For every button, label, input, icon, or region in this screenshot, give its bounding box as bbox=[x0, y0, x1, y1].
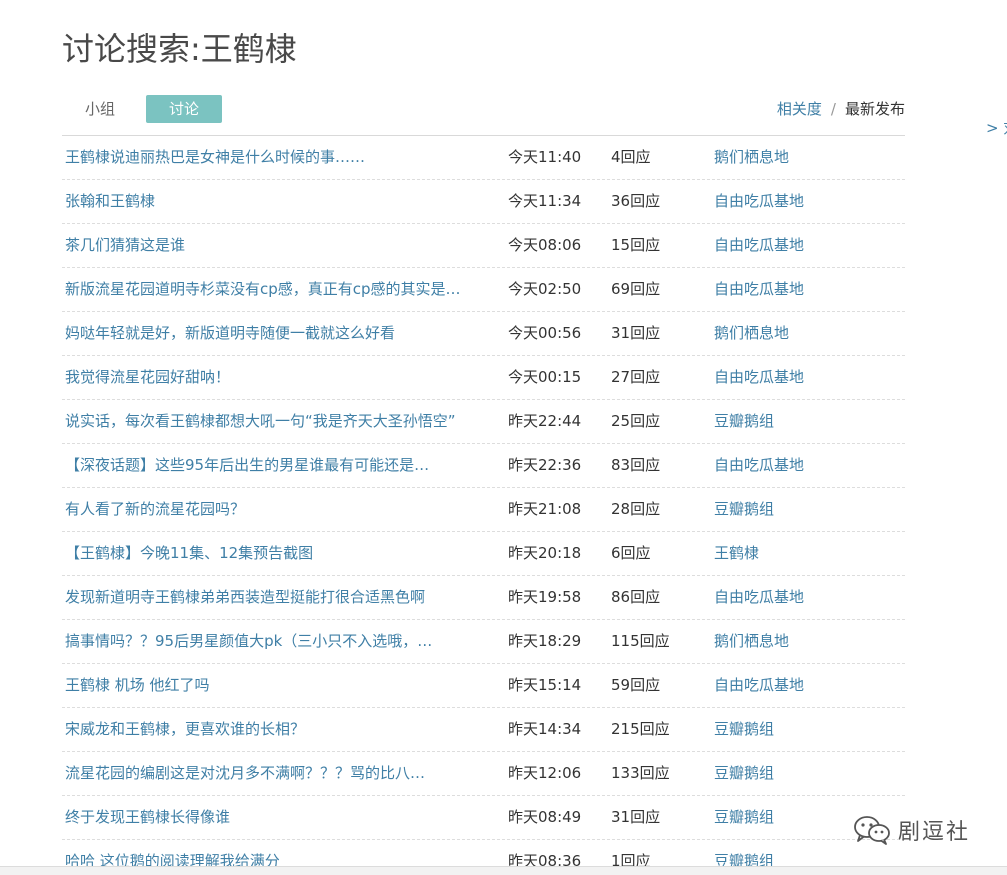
side-link[interactable]: > 刘 bbox=[986, 117, 1007, 138]
topic-reply-count: 4回应 bbox=[611, 148, 651, 166]
topic-time: 昨天18:29 bbox=[508, 632, 582, 650]
topic-row: 【深夜话题】这些95年后出生的男星谁最有可能还是… 昨天22:36 83回应 自由吃瓜… bbox=[62, 444, 905, 488]
topic-row: 新版流星花园道明寺杉菜没有cp感，真正有cp感的其实是… 今天02:50 69回应 自… bbox=[62, 268, 905, 312]
topic-time: 今天11:34 bbox=[508, 192, 582, 210]
sort-options: 相关度 / 最新发布 bbox=[777, 99, 905, 119]
topic-title-link[interactable]: 流星花园的编剧这是对沈月多不满啊？？？骂的比八… bbox=[65, 752, 465, 795]
topic-group-link[interactable]: 自由吃瓜基地 bbox=[714, 268, 804, 311]
topic-time: 昨天12:06 bbox=[508, 764, 582, 782]
topic-group-link[interactable]: 豆瓣鹅组 bbox=[714, 796, 774, 839]
topic-row: 发现新道明寺王鹤棣弟弟西装造型挺能打很合适黑色啊 昨天19:58 86回应 自由吃瓜基… bbox=[62, 576, 905, 620]
topic-title-link[interactable]: 终于发现王鹤棣长得像谁 bbox=[65, 796, 465, 839]
topic-time: 今天08:06 bbox=[508, 236, 582, 254]
topic-title-link[interactable]: 【王鹤棣】今晚11集、12集预告截图 bbox=[65, 532, 465, 575]
sort-relevance-link[interactable]: 相关度 bbox=[777, 100, 822, 118]
topic-time: 昨天22:44 bbox=[508, 412, 582, 430]
topic-title-link[interactable]: 说实话，每次看王鹤棣都想大吼一句“我是齐天大圣孙悟空” bbox=[65, 400, 465, 443]
topic-group-link[interactable]: 自由吃瓜基地 bbox=[714, 356, 804, 399]
topic-title-link[interactable]: 王鹤棣 机场 他红了吗 bbox=[65, 664, 465, 707]
topic-group-link[interactable]: 自由吃瓜基地 bbox=[714, 664, 804, 707]
topic-group-link[interactable]: 自由吃瓜基地 bbox=[714, 444, 804, 487]
topic-time: 昨天14:34 bbox=[508, 720, 582, 738]
watermark-text: 剧逗社 bbox=[898, 820, 971, 845]
topic-row: 【王鹤棣】今晚11集、12集预告截图 昨天20:18 6回应 王鹤棣 bbox=[62, 532, 905, 576]
topic-time: 今天00:15 bbox=[508, 368, 582, 386]
topic-title-link[interactable]: 张翰和王鹤棣 bbox=[65, 180, 465, 223]
topic-reply-count: 83回应 bbox=[611, 456, 661, 474]
topic-group-link[interactable]: 豆瓣鹅组 bbox=[714, 708, 774, 751]
topic-row: 王鹤棣 机场 他红了吗 昨天15:14 59回应 自由吃瓜基地 bbox=[62, 664, 905, 708]
topic-group-link[interactable]: 王鹤棣 bbox=[714, 532, 759, 575]
topic-row: 宋威龙和王鹤棣，更喜欢谁的长相？ 昨天14:34 215回应 豆瓣鹅组 bbox=[62, 708, 905, 752]
topic-reply-count: 215回应 bbox=[611, 720, 670, 738]
topic-title-link[interactable]: 茶几们猜猜这是谁 bbox=[65, 224, 465, 267]
page-title: 讨论搜索:王鹤棣 bbox=[62, 30, 297, 68]
topic-row: 有人看了新的流星花园吗？ 昨天21:08 28回应 豆瓣鹅组 bbox=[62, 488, 905, 532]
topic-group-link[interactable]: 豆瓣鹅组 bbox=[714, 752, 774, 795]
topic-reply-count: 28回应 bbox=[611, 500, 661, 518]
topic-group-link[interactable]: 鹅们栖息地 bbox=[714, 136, 789, 179]
topic-time: 今天02:50 bbox=[508, 280, 582, 298]
topic-time: 今天11:40 bbox=[508, 148, 582, 166]
topic-time: 昨天08:49 bbox=[508, 808, 582, 826]
topic-title-link[interactable]: 搞事情吗？？95后男星颜值大pk（三小只不入选哦，… bbox=[65, 620, 465, 663]
topic-reply-count: 69回应 bbox=[611, 280, 661, 298]
topic-reply-count: 31回应 bbox=[611, 808, 661, 826]
topic-row: 妈哒年轻就是好，新版道明寺随便一截就这么好看 今天00:56 31回应 鹅们栖息地 bbox=[62, 312, 905, 356]
topic-row: 王鹤棣说迪丽热巴是女神是什么时候的事…… 今天11:40 4回应 鹅们栖息地 bbox=[62, 136, 905, 180]
sort-separator: / bbox=[830, 100, 836, 118]
topic-title-link[interactable]: 发现新道明寺王鹤棣弟弟西装造型挺能打很合适黑色啊 bbox=[65, 576, 465, 619]
topic-title-link[interactable]: 有人看了新的流星花园吗？ bbox=[65, 488, 465, 531]
topic-time: 昨天15:14 bbox=[508, 676, 582, 694]
topic-time: 昨天21:08 bbox=[508, 500, 582, 518]
topic-group-link[interactable]: 豆瓣鹅组 bbox=[714, 400, 774, 443]
topic-reply-count: 6回应 bbox=[611, 544, 651, 562]
wechat-icon bbox=[854, 816, 890, 845]
topic-list: 王鹤棣说迪丽热巴是女神是什么时候的事…… 今天11:40 4回应 鹅们栖息地 张翰和王鹤… bbox=[62, 136, 905, 874]
topic-row: 我觉得流星花园好甜呐！ 今天00:15 27回应 自由吃瓜基地 bbox=[62, 356, 905, 400]
topic-reply-count: 115回应 bbox=[611, 632, 670, 650]
topic-group-link[interactable]: 豆瓣鹅组 bbox=[714, 488, 774, 531]
topic-title-link[interactable]: 新版流星花园道明寺杉菜没有cp感，真正有cp感的其实是… bbox=[65, 268, 465, 311]
topic-title-link[interactable]: 宋威龙和王鹤棣，更喜欢谁的长相？ bbox=[65, 708, 465, 751]
topic-group-link[interactable]: 鹅们栖息地 bbox=[714, 620, 789, 663]
topic-time: 今天00:56 bbox=[508, 324, 582, 342]
topic-reply-count: 15回应 bbox=[611, 236, 661, 254]
topic-title-link[interactable]: 妈哒年轻就是好，新版道明寺随便一截就这么好看 bbox=[65, 312, 465, 355]
topic-title-link[interactable]: 我觉得流星花园好甜呐！ bbox=[65, 356, 465, 399]
tab-discussion[interactable]: 讨论 bbox=[146, 95, 222, 123]
topic-time: 昨天22:36 bbox=[508, 456, 582, 474]
topic-title-link[interactable]: 【深夜话题】这些95年后出生的男星谁最有可能还是… bbox=[65, 444, 465, 487]
topic-reply-count: 27回应 bbox=[611, 368, 661, 386]
topic-group-link[interactable]: 自由吃瓜基地 bbox=[714, 180, 804, 223]
topic-group-link[interactable]: 自由吃瓜基地 bbox=[714, 576, 804, 619]
tab-group[interactable]: 小组 bbox=[68, 95, 132, 123]
watermark: 剧逗社 bbox=[852, 812, 970, 848]
topic-time: 昨天20:18 bbox=[508, 544, 582, 562]
topic-row: 终于发现王鹤棣长得像谁 昨天08:49 31回应 豆瓣鹅组 bbox=[62, 796, 905, 840]
topic-row: 说实话，每次看王鹤棣都想大吼一句“我是齐天大圣孙悟空” 昨天22:44 25回应 豆瓣… bbox=[62, 400, 905, 444]
topic-title-link[interactable]: 王鹤棣说迪丽热巴是女神是什么时候的事…… bbox=[65, 136, 465, 179]
topic-reply-count: 31回应 bbox=[611, 324, 661, 342]
topic-group-link[interactable]: 自由吃瓜基地 bbox=[714, 224, 804, 267]
topic-reply-count: 25回应 bbox=[611, 412, 661, 430]
topic-row: 张翰和王鹤棣 今天11:34 36回应 自由吃瓜基地 bbox=[62, 180, 905, 224]
topic-time: 昨天19:58 bbox=[508, 588, 582, 606]
topic-reply-count: 59回应 bbox=[611, 676, 661, 694]
topic-reply-count: 36回应 bbox=[611, 192, 661, 210]
topic-group-link[interactable]: 鹅们栖息地 bbox=[714, 312, 789, 355]
topic-row: 搞事情吗？？95后男星颜值大pk（三小只不入选哦，… 昨天18:29 115回应 鹅们… bbox=[62, 620, 905, 664]
sort-latest-link[interactable]: 最新发布 bbox=[845, 100, 905, 118]
topic-reply-count: 86回应 bbox=[611, 588, 661, 606]
topic-row: 茶几们猜猜这是谁 今天08:06 15回应 自由吃瓜基地 bbox=[62, 224, 905, 268]
topic-reply-count: 133回应 bbox=[611, 764, 670, 782]
topic-row: 流星花园的编剧这是对沈月多不满啊？？？骂的比八… 昨天12:06 133回应 豆瓣鹅组 bbox=[62, 752, 905, 796]
